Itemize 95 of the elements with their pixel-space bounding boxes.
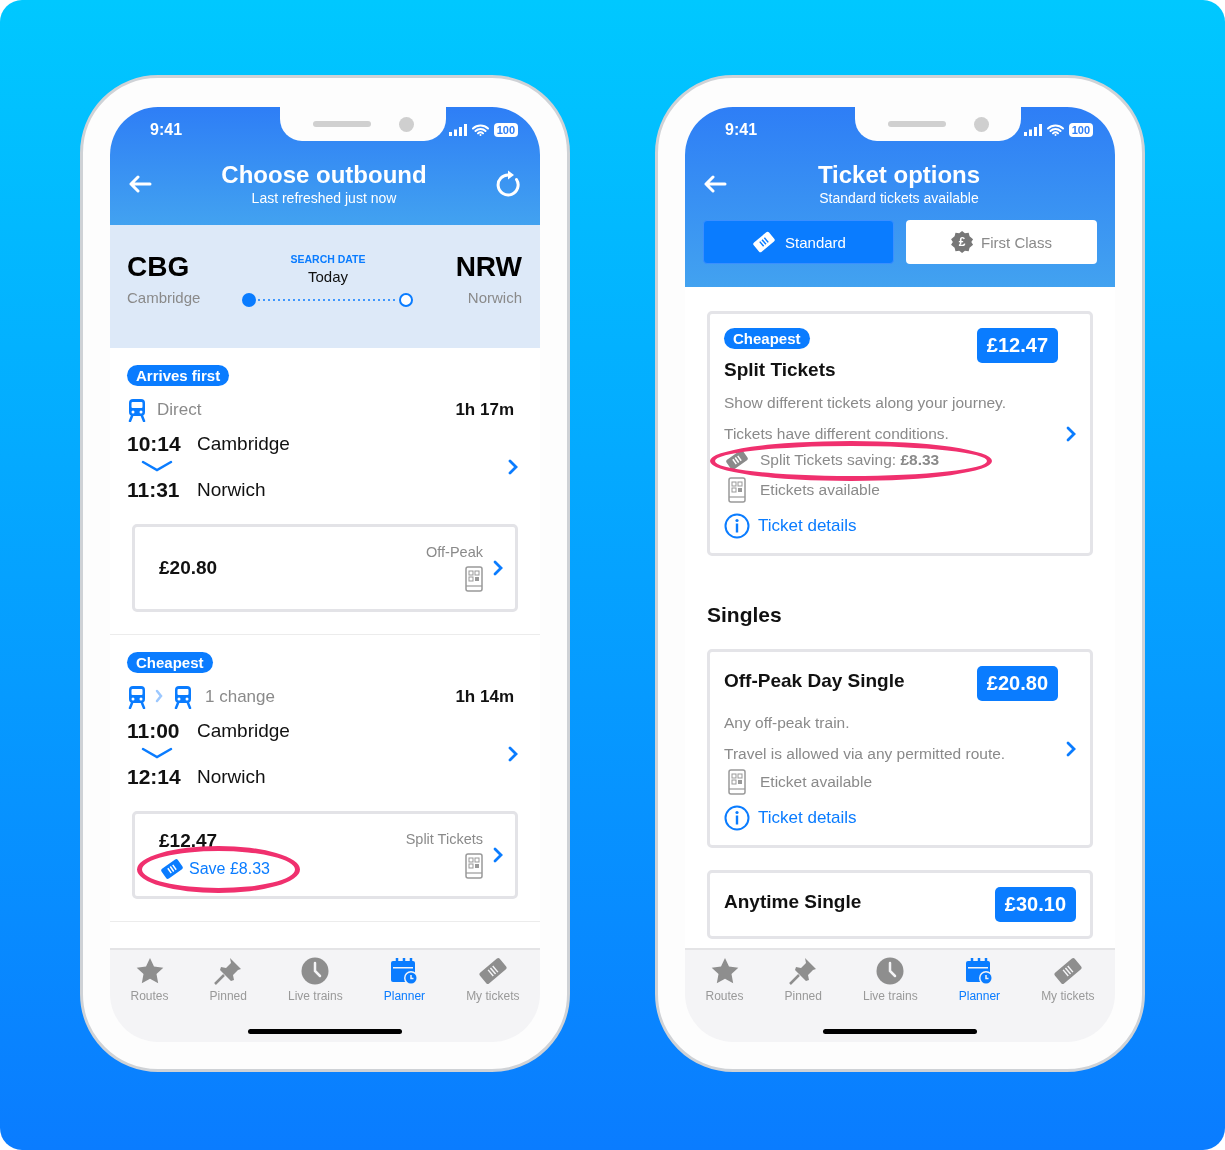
search-date: Today — [308, 267, 348, 285]
chevron-right-icon — [1066, 425, 1076, 442]
info-icon — [724, 805, 750, 831]
ticket-feature: Split Tickets saving: £8.33 — [760, 451, 940, 469]
fare-card[interactable]: £20.80 Off-Peak — [132, 524, 518, 612]
ticket-description: Travel is allowed via any permitted route. — [724, 745, 1007, 763]
ticket-price: £20.80 — [976, 666, 1058, 701]
info-icon — [724, 513, 750, 539]
back-arrow-icon[interactable] — [703, 174, 727, 193]
chevron-down-icon — [141, 747, 173, 759]
screen-subtitle: Last refreshed just now — [251, 190, 397, 206]
fare-price: £12.47 — [159, 830, 219, 852]
ticket-title: Split Tickets — [724, 359, 836, 381]
ticket-price: £30.10 — [994, 887, 1076, 922]
back-arrow-icon[interactable] — [128, 174, 152, 193]
arrival-time: 11:31 — [127, 478, 181, 502]
clock-icon — [300, 956, 331, 986]
ticket-description: Show different tickets along your journey. — [724, 394, 1008, 412]
wifi-icon — [471, 124, 489, 136]
pin-icon — [788, 956, 819, 986]
ticket-details-link[interactable]: Ticket details — [724, 805, 1058, 831]
ticket-description: Tickets have different conditions. — [724, 425, 950, 443]
fare-class-tab[interactable]: £ First Class — [906, 220, 1097, 264]
ticket-icon — [724, 449, 750, 471]
station-code: CBG — [127, 251, 191, 283]
ticket-card[interactable]: Anytime Single £30.10 — [707, 870, 1093, 939]
arrival-station: Norwich — [197, 766, 266, 788]
tab-bar-item[interactable]: My tickets — [1039, 956, 1097, 1003]
chevron-right-icon[interactable] — [508, 746, 518, 762]
journey-duration: 1h 14m — [455, 687, 514, 707]
tab-bar-item[interactable]: Routes — [703, 956, 746, 1003]
ticket-badge: Cheapest — [724, 328, 810, 349]
tab-bar-item[interactable]: Routes — [128, 956, 171, 1003]
station-name: Norwich — [467, 289, 522, 306]
ticket-card[interactable]: Off-Peak Day Single £20.80 Any off-peak train. Travel is allowed via any permitted route. Eticket available Ticket details — [707, 649, 1093, 848]
pin-icon — [213, 956, 244, 986]
ticket-price: £12.47 — [976, 328, 1058, 363]
search-date-label: SEARCH DATE — [290, 252, 366, 265]
battery-indicator: 100 — [493, 123, 518, 137]
refresh-icon[interactable] — [496, 169, 522, 198]
signal-icon — [1023, 124, 1042, 136]
tab-bar-item[interactable]: Planner — [956, 956, 1003, 1003]
saving-label: Save £8.33 — [189, 860, 270, 878]
arrival-station: Norwich — [197, 479, 266, 501]
tab-bar-item[interactable]: Live trains — [286, 956, 345, 1003]
chevron-down-icon — [141, 460, 173, 472]
ticket-title: Anytime Single — [724, 891, 862, 913]
changes-label: 1 change — [205, 687, 275, 707]
chevron-right-icon — [1066, 740, 1076, 757]
section-heading: Singles — [707, 603, 783, 627]
station-name: Cambridge — [127, 289, 201, 306]
fare-card[interactable]: £12.47 Save £8.33 Split Tickets — [132, 811, 518, 899]
ticket-description: Any off-peak train. — [724, 714, 851, 732]
calendar-icon — [389, 956, 420, 986]
train-icon — [127, 398, 147, 422]
ticket-feature: Eticket available — [760, 773, 872, 791]
journey-badge: Cheapest — [127, 652, 213, 673]
fare-type: Split Tickets — [405, 831, 483, 847]
pound-badge-icon: £ — [951, 231, 974, 253]
ticket-details-link[interactable]: Ticket details — [724, 513, 1058, 539]
screen-title: Choose outbound — [221, 161, 427, 189]
clock-icon — [875, 956, 906, 986]
status-time: 9:41 — [150, 121, 183, 139]
changes-label: Direct — [157, 400, 202, 420]
chevron-right-icon[interactable] — [508, 459, 518, 475]
screen-subtitle: Standard tickets available — [819, 190, 979, 206]
departure-time: 10:14 — [127, 432, 182, 456]
tab-bar-item[interactable]: Pinned — [207, 956, 249, 1003]
journey-duration: 1h 17m — [455, 400, 514, 420]
fare-type: Off-Peak — [426, 544, 483, 560]
battery-indicator: 100 — [1068, 123, 1093, 137]
screen-title: Ticket options — [817, 161, 981, 189]
status-time: 9:41 — [725, 121, 758, 139]
fare-price: £20.80 — [159, 557, 219, 579]
phone-qr-icon — [465, 566, 483, 592]
tab-bar-item[interactable]: My tickets — [464, 956, 522, 1003]
ticket-card[interactable]: Cheapest Split Tickets £12.47 Show different tickets along your journey. Tickets have different conditions. Split Tickets saving: £8.33 Etickets available Ticket details — [707, 311, 1093, 556]
chevron-right-icon — [493, 560, 503, 576]
departure-station: Cambridge — [197, 720, 290, 742]
ticket-feature: Etickets available — [760, 481, 880, 499]
fare-class-tab[interactable]: Standard — [703, 220, 894, 264]
tab-bar-item[interactable]: Pinned — [782, 956, 824, 1003]
departure-station: Cambridge — [197, 433, 290, 455]
station-code: NRW — [455, 251, 522, 283]
tab-bar-item[interactable]: Live trains — [861, 956, 920, 1003]
ticket-title: Off-Peak Day Single — [724, 670, 905, 692]
signal-icon — [448, 124, 467, 136]
journey-badge: Arrives first — [127, 365, 230, 386]
arrival-time: 12:14 — [127, 765, 182, 789]
calendar-icon — [964, 956, 995, 986]
chevron-right-icon — [493, 847, 503, 863]
departure-time: 11:00 — [127, 719, 181, 743]
phone-qr-icon — [465, 853, 483, 879]
wifi-icon — [1046, 124, 1064, 136]
tab-bar-item[interactable]: Planner — [381, 956, 428, 1003]
